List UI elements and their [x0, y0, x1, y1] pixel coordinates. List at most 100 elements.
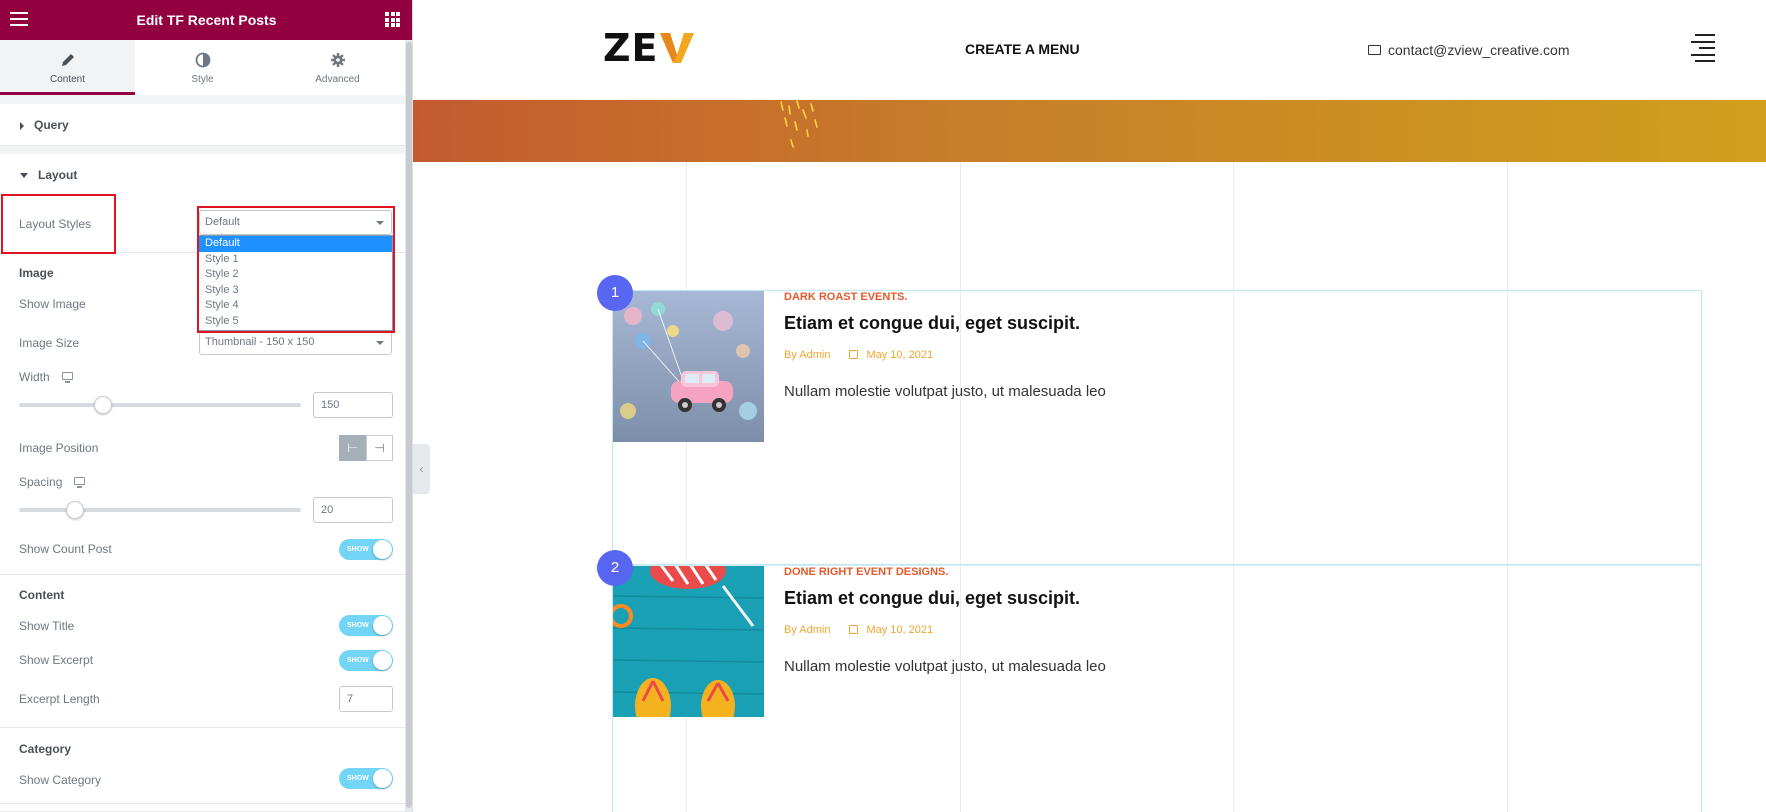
hero-banner — [413, 100, 1766, 162]
width-slider-handle[interactable] — [94, 396, 112, 414]
sparkle-decoration — [780, 100, 818, 148]
post-thumbnail[interactable] — [613, 291, 764, 442]
layout-section-header[interactable]: Layout — [0, 154, 405, 196]
panel-tabs: Content Style Advanced — [0, 40, 405, 95]
post-author[interactable]: By Admin — [784, 624, 830, 636]
excerpt-length-label: Excerpt Length — [19, 692, 100, 706]
query-label: Query — [34, 118, 69, 132]
image-position-right-button[interactable]: ⊣ — [366, 435, 393, 461]
calendar-icon — [849, 625, 859, 634]
layout-option-style-3[interactable]: Style 3 — [199, 283, 392, 299]
panel-header: Edit TF Recent Posts — [0, 0, 412, 40]
width-slider[interactable] — [19, 403, 301, 407]
category-heading: Category — [19, 742, 72, 756]
post-count-badge: 2 — [597, 550, 633, 586]
width-input[interactable]: 150 — [313, 392, 393, 418]
mail-icon — [1368, 45, 1381, 55]
toggle-text: SHOW — [347, 622, 369, 629]
spacing-slider-handle[interactable] — [66, 501, 84, 519]
nav-create-menu[interactable]: CREATE A MENU — [965, 41, 1080, 57]
image-size-select[interactable]: Thumbnail - 150 x 150 — [199, 330, 392, 355]
layout-option-style-5[interactable]: Style 5 — [199, 314, 392, 330]
caret-right-icon — [20, 121, 24, 130]
toggle-text: SHOW — [347, 775, 369, 782]
content-heading: Content — [19, 588, 65, 602]
image-position-label: Image Position — [19, 441, 99, 455]
tab-content-label: Content — [49, 74, 86, 85]
layout-option-default[interactable]: Default — [199, 236, 392, 252]
layout-styles-dropdown: Default Style 1 Style 2 Style 3 Style 4 … — [198, 235, 393, 331]
post-meta: By Admin May 10, 2021 — [784, 349, 933, 361]
monitor-icon[interactable] — [74, 477, 85, 488]
show-image-label: Show Image — [19, 297, 86, 311]
show-title-toggle[interactable]: SHOW — [339, 615, 393, 636]
site-hamburger-icon[interactable] — [1691, 34, 1715, 62]
post-title[interactable]: Etiam et congue dui, eget suscipit. — [784, 588, 1080, 609]
show-count-post-toggle[interactable]: SHOW — [339, 539, 393, 560]
post-author[interactable]: By Admin — [784, 349, 830, 361]
contact-email[interactable]: contact@zview_creative.com — [1368, 42, 1570, 58]
tab-advanced-label: Advanced — [315, 74, 360, 85]
post-card: DONE RIGHT EVENT DESIGNS. Etiam et congu… — [597, 550, 1702, 812]
chevron-down-icon — [376, 221, 384, 225]
site-preview: ZE CREATE A MENU contact@zview_creative.… — [413, 0, 1766, 812]
post-meta: By Admin May 10, 2021 — [784, 624, 933, 636]
tab-content[interactable]: Content — [0, 40, 135, 95]
tab-style-label: Style — [191, 74, 214, 85]
show-category-label: Show Category — [19, 773, 102, 787]
pencil-icon — [0, 52, 135, 70]
widgets-grid-icon[interactable] — [385, 12, 400, 27]
show-excerpt-label: Show Excerpt — [19, 653, 94, 667]
layout-option-style-4[interactable]: Style 4 — [199, 298, 392, 314]
spacing-input[interactable]: 20 — [313, 497, 393, 523]
post-title[interactable]: Etiam et congue dui, eget suscipit. — [784, 313, 1080, 334]
show-category-toggle[interactable]: SHOW — [339, 768, 393, 789]
post-category[interactable]: DARK ROAST EVENTS. — [784, 291, 907, 303]
show-count-post-label: Show Count Post — [19, 542, 112, 556]
post-date[interactable]: May 10, 2021 — [866, 349, 933, 361]
post-date[interactable]: May 10, 2021 — [866, 624, 933, 636]
show-excerpt-toggle[interactable]: SHOW — [339, 650, 393, 671]
toggle-text: SHOW — [347, 657, 369, 664]
query-section[interactable]: Query — [0, 104, 405, 146]
spacing-label: Spacing — [19, 475, 63, 489]
layout-styles-value: Default — [205, 216, 240, 228]
layout-styles-select[interactable]: Default — [199, 210, 392, 235]
image-heading: Image — [19, 266, 54, 280]
post-card: DARK ROAST EVENTS. Etiam et congue dui, … — [597, 275, 1702, 565]
calendar-icon — [849, 350, 859, 359]
image-size-label: Image Size — [19, 336, 80, 350]
editor-panel: Edit TF Recent Posts Content Style Advan… — [0, 0, 413, 812]
panel-collapse-toggle[interactable]: ‹ — [413, 444, 430, 494]
width-label: Width — [19, 370, 50, 384]
panel-title: Edit TF Recent Posts — [136, 12, 277, 28]
post-category[interactable]: DONE RIGHT EVENT DESIGNS. — [784, 566, 948, 578]
spacing-slider[interactable] — [19, 508, 301, 512]
post-thumbnail[interactable] — [613, 566, 764, 717]
contact-email-text: contact@zview_creative.com — [1388, 42, 1570, 58]
post-excerpt: Nullam molestie volutpat justo, ut males… — [784, 383, 1106, 400]
contrast-icon — [135, 52, 270, 70]
excerpt-length-input[interactable]: 7 — [339, 686, 393, 712]
query-section-header[interactable]: Query — [0, 104, 405, 146]
image-position-left-button[interactable]: ⊢ — [339, 435, 366, 461]
toggle-text: SHOW — [347, 546, 369, 553]
show-title-label: Show Title — [19, 619, 75, 633]
site-logo[interactable]: ZE — [603, 26, 694, 70]
layout-option-style-2[interactable]: Style 2 — [199, 267, 392, 283]
gear-icon — [270, 52, 405, 70]
layout-styles-label: Layout Styles — [19, 217, 92, 231]
caret-down-icon — [20, 173, 28, 179]
chevron-left-icon: ‹ — [419, 462, 424, 476]
logo-v-mark — [659, 33, 694, 63]
monitor-icon[interactable] — [62, 372, 73, 383]
tab-style[interactable]: Style — [135, 40, 270, 95]
layout-option-style-1[interactable]: Style 1 — [199, 252, 392, 268]
post-excerpt: Nullam molestie volutpat justo, ut males… — [784, 658, 1106, 675]
site-header: ZE CREATE A MENU contact@zview_creative.… — [413, 0, 1766, 100]
tab-advanced[interactable]: Advanced — [270, 40, 405, 95]
layout-label: Layout — [38, 168, 78, 182]
panel-scrollbar-thumb[interactable] — [406, 42, 412, 808]
chevron-down-icon — [376, 341, 384, 345]
image-size-value: Thumbnail - 150 x 150 — [205, 336, 315, 348]
